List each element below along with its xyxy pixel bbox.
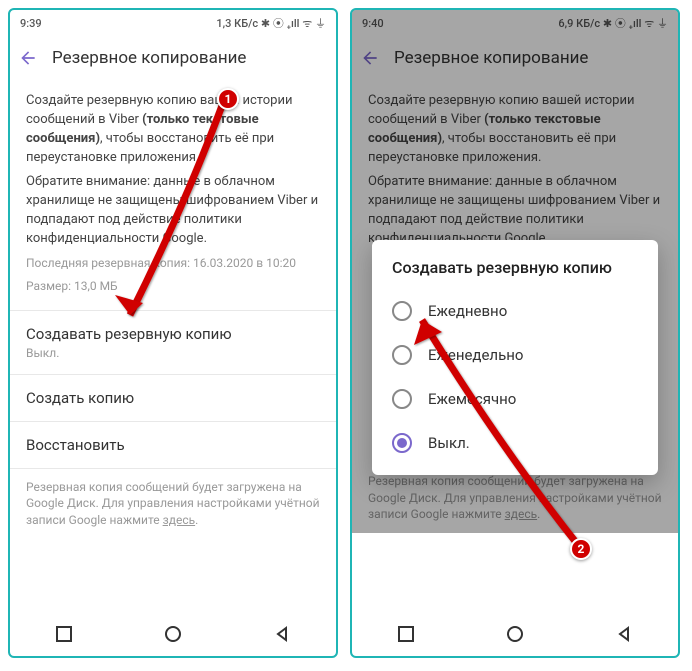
footer-text: Резервная копия сообщений будет загружен… (10, 469, 336, 539)
nav-recent-icon[interactable] (56, 626, 72, 646)
footer-link[interactable]: здесь (163, 513, 196, 527)
schedule-dialog: Создавать резервную копию Ежедневно Ежен… (372, 240, 658, 475)
radio-label: Ежедневно (428, 302, 507, 320)
page-title: Резервное копирование (52, 48, 246, 68)
radio-option-monthly[interactable]: Ежемесячно (386, 377, 644, 421)
backup-size: Размер: 13,0 МБ (26, 278, 320, 295)
status-right: 1,3 КБ/с ✱ ⦿ ₊ıll ᯤ ⏚ (216, 15, 326, 31)
description: Создайте резервную копию вашей истории с… (10, 80, 336, 310)
radio-option-off[interactable]: Выкл. (386, 421, 644, 465)
item-create[interactable]: Создать копию (10, 375, 336, 421)
radio-icon (392, 345, 412, 365)
item-restore[interactable]: Восстановить (10, 422, 336, 468)
phone-right: 9:40 6,9 КБ/с ✱ ⦿ ₊ıll ᯤ ⏚ Резервное коп… (350, 8, 680, 658)
nav-back-icon[interactable] (616, 626, 632, 646)
status-bar: 9:39 1,3 КБ/с ✱ ⦿ ₊ıll ᯤ ⏚ (10, 10, 336, 36)
item-schedule[interactable]: Создавать резервную копию Выкл. (10, 311, 336, 374)
item-title: Создать копию (26, 389, 320, 407)
nav-back-icon[interactable] (274, 626, 290, 646)
nav-home-icon[interactable] (506, 625, 524, 647)
radio-option-weekly[interactable]: Еженедельно (386, 333, 644, 377)
radio-label: Еженедельно (428, 346, 523, 364)
radio-label: Выкл. (428, 434, 470, 452)
status-time: 9:39 (20, 17, 42, 30)
item-title: Восстановить (26, 436, 320, 454)
nav-bar (10, 616, 336, 656)
radio-icon (392, 301, 412, 321)
radio-label: Ежемесячно (428, 390, 516, 408)
item-sub: Выкл. (26, 346, 320, 360)
dialog-title: Создавать резервную копию (386, 258, 644, 277)
annotation-badge-1: 1 (217, 88, 239, 110)
radio-icon (392, 389, 412, 409)
annotation-badge-2: 2 (570, 538, 592, 560)
item-title: Создавать резервную копию (26, 325, 320, 343)
nav-bar (352, 616, 678, 656)
nav-home-icon[interactable] (164, 625, 182, 647)
header: Резервное копирование (10, 36, 336, 80)
nav-recent-icon[interactable] (398, 626, 414, 646)
last-backup: Последняя резервная копия: 16.03.2020 в … (26, 255, 320, 272)
radio-option-daily[interactable]: Ежедневно (386, 289, 644, 333)
back-arrow-icon[interactable] (18, 48, 38, 68)
phone-left: 9:39 1,3 КБ/с ✱ ⦿ ₊ıll ᯤ ⏚ Резервное коп… (8, 8, 338, 658)
radio-icon (392, 433, 412, 453)
